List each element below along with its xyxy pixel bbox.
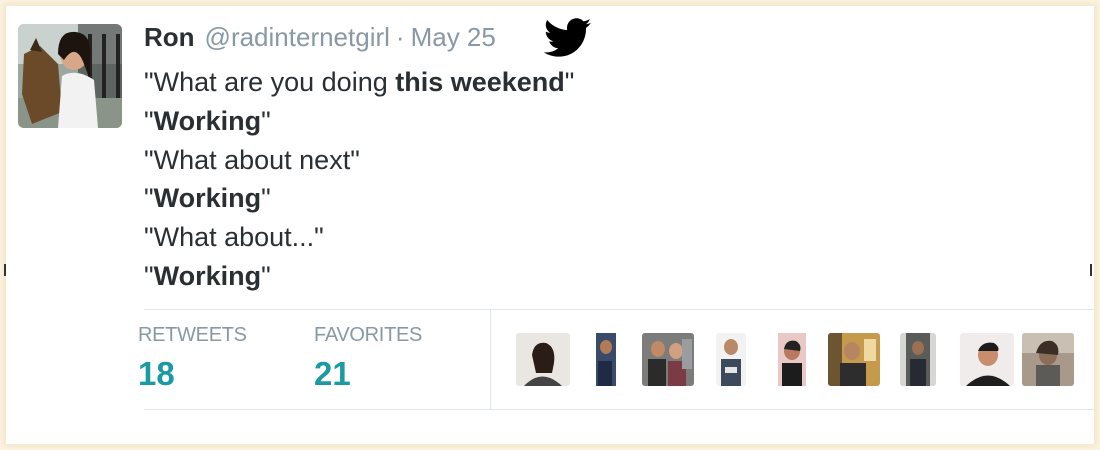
text-span: "What about next" [144,144,360,175]
text-span: "What are you doing [144,67,396,97]
tweet-line: "What about..." [144,218,574,257]
tweet-line: "What about next" [144,141,574,180]
tweet-header: Ron @radinternetgirl · May 25 [144,22,496,58]
left-edge-mark [4,264,6,276]
text-span: " [144,260,154,291]
bottom-divider [144,409,1094,410]
text-span: " [261,105,271,136]
favorites-count: 21 [314,355,351,392]
tweet-line: "Working" [144,257,574,296]
stats-divider [490,310,491,409]
text-span: " [144,183,154,214]
favoriter-avatar[interactable] [642,333,694,386]
tweet-line: "Working" [144,102,574,141]
tweet-text: "What are you doing this weekend" "Worki… [144,63,574,296]
bold-text: this weekend [395,67,565,97]
twitter-bird-icon [543,18,592,58]
display-name[interactable]: Ron [144,22,195,53]
top-divider [144,309,1094,310]
favorites-stat[interactable]: FAVORITES 21 [314,324,422,393]
tweet-line: "Working" [144,179,574,218]
favoriter-avatar[interactable] [1022,333,1074,386]
tweet-date[interactable]: May 25 [411,22,496,53]
retweets-stat[interactable]: RETWEETS 18 [138,324,247,393]
favoriter-avatar[interactable] [774,333,810,386]
favoriter-avatar[interactable] [960,333,1014,386]
text-span: " [564,67,575,97]
text-span: " [144,105,154,136]
favorites-label: FAVORITES [314,324,423,346]
text-span: " [261,183,271,214]
tweet-line: "What are you doing this weekend" [144,63,574,102]
favoriter-avatar[interactable] [828,333,880,386]
retweets-count: 18 [138,355,175,392]
text-span: "What about..." [144,222,324,253]
favoriter-avatar[interactable] [900,333,936,386]
retweets-label: RETWEETS [138,324,247,346]
separator: · [395,22,405,52]
text-span: " [261,260,271,291]
favoriter-avatar[interactable] [716,333,746,386]
favoriter-avatar[interactable] [588,333,622,386]
tweet-card: Ron @radinternetgirl · May 25 "What are … [6,6,1094,444]
bold-text: Working [153,260,262,291]
right-edge-mark [1090,264,1092,276]
favoriter-avatar[interactable] [516,333,570,386]
user-handle[interactable]: @radinternetgirl [205,22,390,53]
bold-text: Working [153,105,262,136]
avatar[interactable] [18,24,122,128]
bold-text: Working [153,183,262,214]
